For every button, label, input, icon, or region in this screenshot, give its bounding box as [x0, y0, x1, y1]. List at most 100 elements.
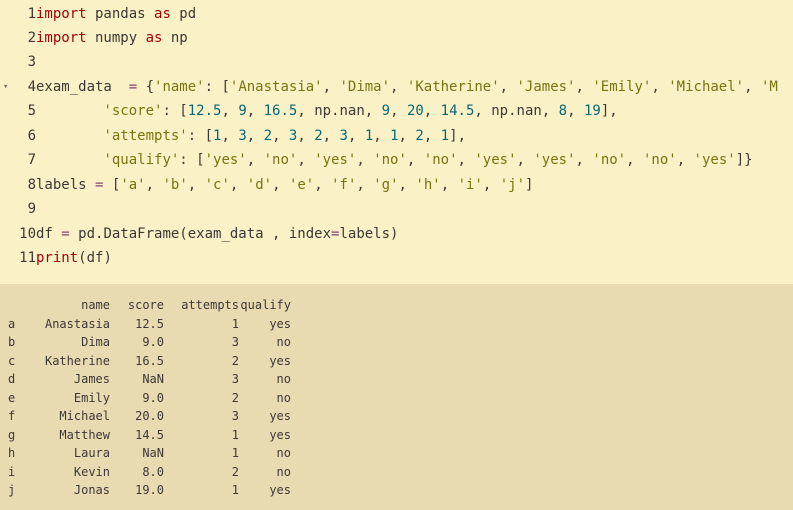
cell-name: Dima [81, 335, 110, 349]
code-text: 'score': [12.5, 9, 16.5, np.nan, 9, 20, … [36, 99, 618, 123]
code-token: 2 [314, 128, 323, 144]
code-token: 'yes' [204, 152, 247, 168]
code-token: , np.nan, [297, 103, 382, 119]
code-token: 'f' [331, 177, 357, 193]
code-token: , [423, 128, 441, 144]
code-token: 2 [263, 128, 273, 144]
code-token: , [221, 103, 239, 119]
cell-score: NaN [142, 372, 164, 386]
table-row: h Laura NaN 1 no [8, 444, 291, 463]
code-token: 'Emily' [592, 79, 652, 95]
output-panel: name score attempts qualify a Anastasia 12… [0, 284, 793, 510]
code-token: 'yes' [474, 152, 517, 168]
line-number: 5 [27, 103, 36, 119]
line-number: 10 [19, 226, 36, 242]
cell-qualify: no [276, 446, 291, 460]
code-token: , [356, 177, 374, 193]
code-token: , [246, 103, 264, 119]
code-token: 'Anastasia' [229, 79, 323, 95]
code-token: 'attempts' [103, 128, 188, 144]
cell-name: Kevin [73, 464, 110, 479]
code-token: np [162, 30, 188, 46]
code-token: , [398, 177, 416, 193]
code-token: , [567, 103, 584, 119]
code-token: 9 [238, 103, 247, 119]
code-token: print [36, 250, 79, 266]
code-text: exam_data = {'name': ['Anastasia', 'Dima… [36, 75, 778, 99]
table-row: d James NaN 3 no [8, 370, 291, 389]
code-text: import numpy as np [36, 26, 188, 50]
code-token: 1 [440, 128, 450, 144]
code-token: , [457, 152, 475, 168]
code-token: , [272, 128, 289, 144]
cell-qualify: yes [269, 483, 291, 497]
code-token: 12.5 [187, 103, 222, 119]
chevron-down-icon[interactable]: ▾ [3, 75, 8, 99]
line-number: 2 [27, 30, 36, 46]
code-text: 'attempts': [1, 3, 2, 3, 2, 3, 1, 1, 2, … [36, 124, 466, 148]
code-token: : [ [204, 79, 230, 95]
cell-qualify: no [276, 464, 291, 479]
code-token: , [246, 152, 264, 168]
code-token: , [322, 128, 340, 144]
code-token: , [297, 152, 315, 168]
code-token: ], [600, 103, 618, 119]
table-row: b Dima 9.0 3 no [8, 333, 291, 352]
code-text: labels = ['a', 'b', 'c', 'd', 'e', 'f', … [36, 173, 533, 197]
table-row: c Katherine 16.5 2 yes [8, 352, 291, 371]
code-token: 14.5 [440, 103, 475, 119]
code-token: 1 [364, 128, 374, 144]
cell-score: 9.0 [142, 390, 164, 405]
code-token: : [ [187, 128, 214, 144]
cell-score: 14.5 [135, 427, 164, 442]
code-token: 'James' [516, 79, 576, 95]
cell-score: 16.5 [135, 353, 164, 368]
cell-score: 12.5 [135, 316, 164, 331]
code-token: import [36, 6, 87, 22]
code-token: 'score' [103, 103, 163, 119]
cell-qualify: yes [269, 427, 291, 442]
code-token: , [297, 128, 315, 144]
cell-name: Katherine [44, 353, 110, 368]
table-row: j Jonas 19.0 1 yes [8, 481, 291, 500]
code-token: 'e' [288, 177, 315, 193]
code-token: (df) [78, 250, 112, 266]
code-token: 'Katherine' [406, 79, 500, 95]
code-token: : [ [162, 103, 188, 119]
code-token: , [482, 177, 500, 193]
code-token: , [347, 128, 365, 144]
code-token: 16.5 [263, 103, 298, 119]
row-index: a [8, 316, 16, 331]
code-token: 19 [583, 103, 601, 119]
code-token: pd.DataFrame(exam_data , index [69, 226, 332, 242]
cell-attempts: 2 [231, 390, 239, 405]
code-token: import [36, 30, 87, 46]
code-token: exam_data [36, 79, 129, 95]
code-token: 'c' [204, 177, 230, 193]
code-token: , np.nan, [474, 103, 559, 119]
cell-attempts: 1 [231, 446, 239, 460]
line-number: 7 [27, 152, 36, 168]
line-number: 9 [27, 201, 36, 217]
code-token: 'd' [246, 177, 273, 193]
column-header-index [8, 296, 28, 315]
code-token: ]} [735, 152, 753, 168]
cell-score: 8.0 [142, 464, 164, 479]
code-editor[interactable]: 1 import pandas as pd 2 import numpy as np 3… [0, 0, 793, 284]
code-token: { [137, 79, 155, 95]
code-token: = [128, 79, 138, 95]
table-row: i Kevin 8.0 2 no [8, 463, 291, 482]
cell-name: Jonas [73, 483, 110, 497]
code-token: 'yes' [533, 152, 576, 168]
code-text: print(df) [36, 246, 112, 270]
code-token: , [145, 177, 163, 193]
row-index: i [8, 464, 16, 479]
cell-name: James [73, 372, 110, 386]
code-token: , [356, 152, 374, 168]
cell-name: Emily [73, 390, 110, 405]
code-token: df [36, 226, 62, 242]
code-token: pandas [86, 6, 155, 22]
code-token: , [676, 152, 694, 168]
code-token: , [575, 79, 593, 95]
